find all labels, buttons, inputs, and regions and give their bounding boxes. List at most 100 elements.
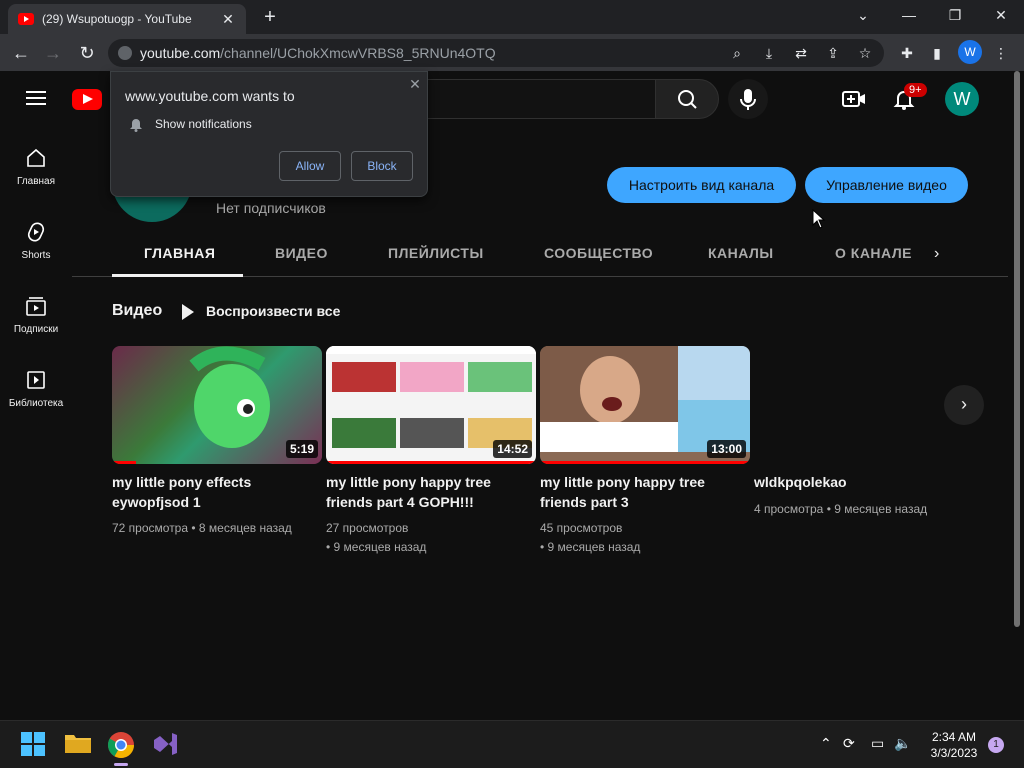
reload-button[interactable]: ↻ — [74, 40, 100, 66]
active-tab-indicator — [112, 274, 243, 277]
subscriber-count: Нет подписчиков — [216, 200, 326, 216]
browser-toolbar: ← → ↻ youtube.com/channel/UChokXmcwVRBS8… — [0, 34, 1024, 71]
video-thumbnail[interactable]: 13:00 — [540, 346, 750, 464]
chrome-icon[interactable] — [107, 731, 135, 759]
restore-button[interactable]: ❐ — [932, 0, 978, 30]
video-meta: 45 просмотров — [540, 521, 623, 535]
youtube-favicon-icon — [18, 13, 34, 25]
account-avatar[interactable]: W — [945, 82, 979, 116]
close-window-button[interactable]: ✕ — [978, 0, 1024, 30]
browser-tab[interactable]: (29) Wsupotuogp - YouTube ✕ — [8, 4, 246, 34]
video-meta: 4 просмотра • 9 месяцев назад — [754, 502, 928, 516]
tab-channels[interactable]: КАНАЛЫ — [708, 245, 774, 261]
tab-home[interactable]: ГЛАВНАЯ — [144, 245, 215, 261]
tab-community[interactable]: СООБЩЕСТВО — [544, 245, 653, 261]
play-all-button[interactable]: Воспроизвести все — [182, 303, 340, 320]
url-host: youtube.com — [140, 45, 221, 61]
share-icon[interactable]: ⇪ — [820, 39, 846, 67]
forward-button[interactable]: → — [40, 40, 66, 66]
search-input[interactable] — [420, 79, 656, 119]
video-title[interactable]: my little pony happy tree friends part 4… — [326, 472, 526, 512]
menu-icon[interactable] — [26, 91, 46, 105]
address-bar[interactable]: youtube.com/channel/UChokXmcwVRBS8_5RNUn… — [108, 39, 884, 67]
lock-icon[interactable] — [118, 46, 132, 60]
back-button[interactable]: ← — [8, 40, 34, 66]
mini-guide-sidebar: Главная Shorts Подписки Библиотека — [0, 127, 72, 717]
create-video-icon[interactable] — [842, 89, 866, 109]
tab-search-icon[interactable]: ⌄ — [840, 0, 886, 30]
browser-menu-icon[interactable]: ⋮ — [988, 40, 1014, 66]
block-button[interactable]: Block — [351, 151, 413, 181]
sidebar-item-label: Shorts — [21, 250, 51, 261]
shorts-icon — [27, 222, 45, 242]
tab-playlists[interactable]: ПЛЕЙЛИСТЫ — [388, 245, 484, 261]
video-title[interactable]: my little pony effects eywopfjsod 1 — [112, 472, 312, 512]
zoom-search-icon[interactable]: ⌕ — [724, 39, 750, 67]
tab-title: (29) Wsupotuogp - YouTube — [42, 12, 192, 26]
minimize-button[interactable]: — — [886, 0, 932, 30]
url-text: youtube.com/channel/UChokXmcwVRBS8_5RNUn… — [140, 45, 496, 61]
file-explorer-icon[interactable] — [64, 731, 92, 759]
video-meta-date: • 9 месяцев назад — [540, 540, 641, 554]
search-button[interactable] — [655, 79, 719, 119]
translate-icon[interactable]: ⇄ — [788, 39, 814, 67]
windows-start-icon[interactable] — [20, 731, 48, 759]
sidebar-item-shorts[interactable]: Shorts — [0, 201, 72, 275]
subscriptions-icon — [26, 297, 46, 316]
allow-button[interactable]: Allow — [279, 151, 341, 181]
active-app-indicator — [114, 763, 128, 766]
video-title[interactable]: my little pony happy tree friends part 3 — [540, 472, 740, 512]
video-meta-date: • 9 месяцев назад — [326, 540, 427, 554]
mouse-cursor-icon — [812, 209, 826, 229]
home-icon — [27, 148, 45, 167]
side-panel-icon[interactable]: ▮ — [924, 40, 950, 66]
manage-videos-button[interactable]: Управление видео — [805, 167, 968, 203]
tab-videos[interactable]: ВИДЕО — [275, 245, 328, 261]
new-tab-button[interactable]: + — [258, 6, 282, 30]
video-title[interactable]: wldkpqolekao — [754, 472, 954, 492]
windows-taskbar: ⌃ ⟳ ▭ 🔈 2:34 AM 3/3/2023 1 — [0, 720, 1024, 768]
sidebar-item-home[interactable]: Главная — [0, 127, 72, 201]
volume-icon[interactable]: 🔈 — [894, 735, 911, 752]
close-dialog-icon[interactable]: ✕ — [405, 74, 425, 94]
tab-about[interactable]: О КАНАЛЕ — [835, 245, 912, 261]
video-duration: 14:52 — [493, 440, 532, 458]
video-thumbnail[interactable]: 5:19 — [112, 346, 322, 464]
sidebar-item-subscriptions[interactable]: Подписки — [0, 275, 72, 349]
show-hidden-icons-icon[interactable]: ⌃ — [820, 735, 832, 752]
watch-progress-bar — [540, 461, 750, 464]
visual-studio-icon[interactable] — [152, 731, 180, 759]
clock-time: 2:34 AM — [931, 730, 977, 744]
sidebar-item-label: Подписки — [13, 324, 59, 335]
notification-permission-dialog: www.youtube.com wants to ✕ Show notifica… — [110, 71, 428, 197]
voice-search-button[interactable] — [728, 79, 768, 119]
watch-progress-bar — [112, 461, 136, 464]
url-path: /channel/UChokXmcwVRBS8_5RNUn4OTQ — [220, 45, 496, 61]
clock-date: 3/3/2023 — [930, 746, 978, 760]
install-app-icon[interactable]: ⤓ — [756, 39, 782, 67]
video-meta: 72 просмотра • 8 месяцев назад — [112, 521, 292, 535]
customize-channel-button[interactable]: Настроить вид канала — [607, 167, 796, 203]
video-duration: 13:00 — [707, 440, 746, 458]
sidebar-item-label: Главная — [16, 176, 56, 187]
sidebar-item-library[interactable]: Библиотека — [0, 349, 72, 423]
youtube-logo[interactable] — [72, 89, 102, 110]
search-icon — [678, 90, 697, 109]
shelf-next-button[interactable]: › — [944, 385, 984, 425]
browser-profile-avatar[interactable]: W — [958, 40, 982, 64]
browser-tab-strip: (29) Wsupotuogp - YouTube ✕ + ⌄ — ❐ ✕ — [0, 0, 1024, 34]
channel-tabs: ГЛАВНАЯ ВИДЕО ПЛЕЙЛИСТЫ СООБЩЕСТВО КАНАЛ… — [72, 231, 1008, 277]
video-thumbnail[interactable]: 14:52 — [326, 346, 536, 464]
dialog-title: www.youtube.com wants to — [125, 88, 295, 104]
display-icon[interactable]: ▭ — [871, 735, 884, 752]
watch-progress-bar — [326, 461, 536, 464]
library-icon — [27, 371, 45, 389]
tabs-next-chevron-icon[interactable]: › — [934, 245, 939, 263]
notification-center-badge[interactable]: 1 — [988, 737, 1004, 753]
close-tab-icon[interactable]: ✕ — [220, 11, 236, 28]
sync-icon[interactable]: ⟳ — [843, 735, 855, 752]
page-scrollbar[interactable] — [1014, 71, 1020, 627]
extensions-icon[interactable]: ✚ — [894, 40, 920, 66]
bookmark-star-icon[interactable]: ☆ — [852, 39, 878, 67]
system-clock[interactable]: 2:34 AM 3/3/2023 — [922, 729, 986, 761]
